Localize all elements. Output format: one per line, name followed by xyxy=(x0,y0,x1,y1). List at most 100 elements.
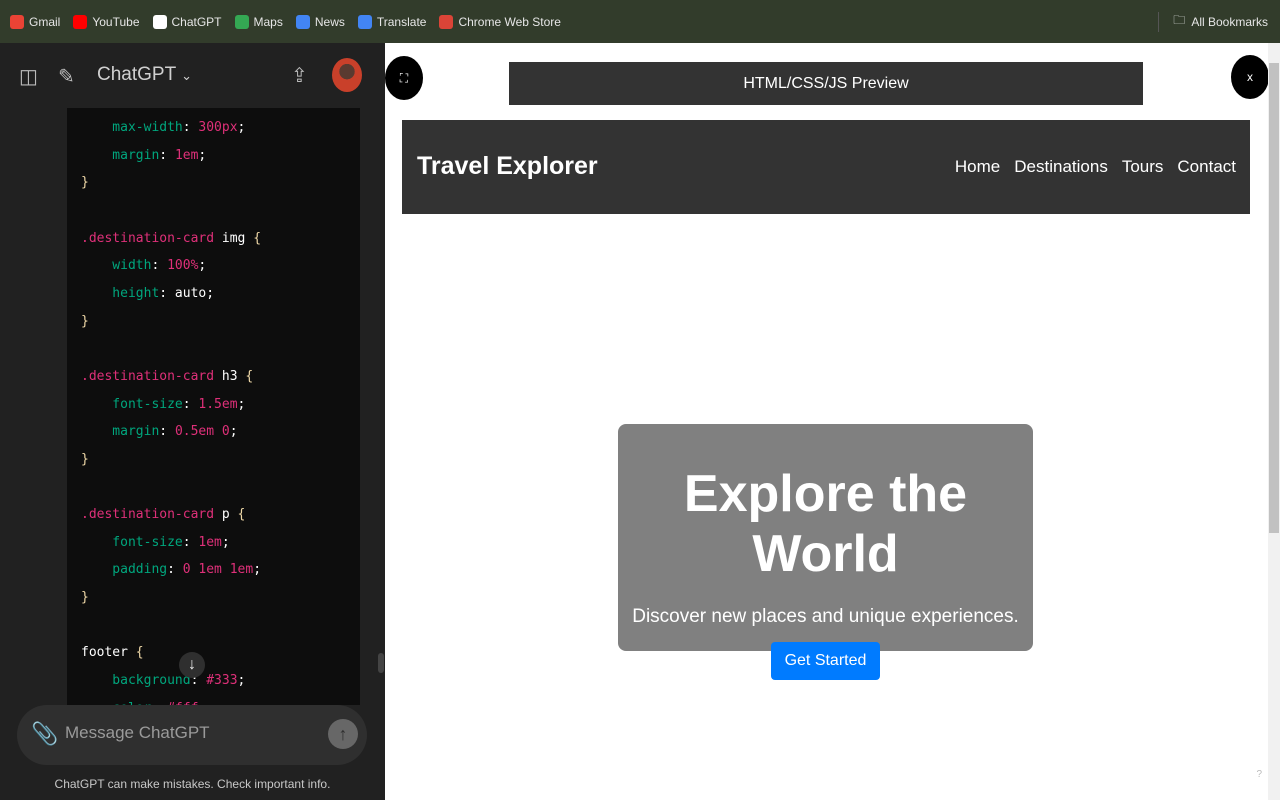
code-token: : xyxy=(182,120,199,135)
chat-panel: ◫ ✎ ChatGPT ⌄ ⇪ max-width: 300px; margin… xyxy=(0,43,385,800)
code-token: { xyxy=(135,645,144,661)
model-selector[interactable]: ChatGPT ⌄ xyxy=(97,64,192,86)
code-token: height xyxy=(81,285,160,301)
chevron-down-icon: ⌄ xyxy=(181,68,193,83)
site-navbar: Travel Explorer Home Destinations Tours … xyxy=(402,120,1250,214)
expand-icon: ⛶ xyxy=(399,71,409,85)
sidebar-toggle-icon[interactable]: ◫ xyxy=(19,64,38,89)
help-mark: ? xyxy=(1256,769,1262,780)
maps-icon xyxy=(234,14,249,29)
code-token: 300px xyxy=(198,120,238,135)
bookmark-chrome-web-store[interactable]: Chrome Web Store xyxy=(439,14,561,29)
code-token: : xyxy=(182,534,199,550)
disclaimer: ChatGPT can make mistakes. Check importa… xyxy=(54,777,331,791)
close-button[interactable]: x xyxy=(1231,55,1269,99)
attach-icon[interactable]: 📎 xyxy=(31,721,58,747)
code-token: { xyxy=(237,507,246,523)
code-line: padding: 0 1em 1em; xyxy=(81,560,261,580)
code-token: font-size xyxy=(81,396,183,412)
send-button[interactable]: ↑ xyxy=(328,719,358,749)
scrollbar[interactable] xyxy=(1268,43,1280,800)
code-token: } xyxy=(81,313,89,329)
code-line: font-size: 1.5em; xyxy=(81,395,245,415)
code-token: .destination-card xyxy=(81,368,215,384)
code-token: padding xyxy=(81,562,168,578)
code-token: } xyxy=(81,175,89,191)
code-line: .destination-card p { xyxy=(81,505,245,525)
code-token: font-size xyxy=(81,534,183,550)
code-token: margin xyxy=(81,147,160,163)
code-token: 0 1em 1em xyxy=(182,562,254,578)
code-token: p xyxy=(214,507,238,523)
code-line: max-width: 300px; xyxy=(81,118,245,138)
code-token: : xyxy=(151,258,168,274)
gmail-icon xyxy=(10,14,24,29)
folder-icon: 🗀 xyxy=(1173,13,1186,27)
code-token: h3 xyxy=(214,368,246,384)
news-icon xyxy=(295,14,310,29)
divider xyxy=(1158,11,1160,32)
scrollbar[interactable] xyxy=(378,653,384,673)
code-token: width xyxy=(81,258,152,274)
code-token: ; xyxy=(221,534,230,550)
hero-title: Explore the World xyxy=(683,465,968,583)
code-token: 1em xyxy=(174,147,199,163)
code-token: 1.5em xyxy=(198,396,238,412)
hero-section: Explore the World Discover new places an… xyxy=(618,424,1033,680)
code-token: margin xyxy=(81,424,160,440)
code-token: .destination-card xyxy=(81,230,215,246)
nav-home[interactable]: Home xyxy=(955,157,1000,177)
bookmark-youtube[interactable]: YouTube xyxy=(73,14,140,29)
scroll-down-button[interactable]: ↓ xyxy=(179,652,205,678)
nav-contact[interactable]: Contact xyxy=(1177,157,1236,177)
code-line: } xyxy=(81,173,89,193)
code-line: font-size: 1em; xyxy=(81,533,230,553)
code-token: : xyxy=(167,562,183,578)
fullscreen-button[interactable]: ⛶ xyxy=(385,56,423,100)
preview-panel: ⛶ HTML/CSS/JS Preview x Travel Explorer … xyxy=(385,43,1280,800)
bookmark-chatgpt[interactable]: ChatGPT xyxy=(152,14,222,29)
code-token: background xyxy=(81,673,191,688)
code-line: } xyxy=(81,312,89,332)
new-chat-icon[interactable]: ✎ xyxy=(58,64,75,89)
code-token: 0.5em 0 xyxy=(174,424,230,440)
message-input[interactable] xyxy=(65,723,315,743)
code-line: footer { xyxy=(81,643,144,663)
bookmark-gmail[interactable]: Gmail xyxy=(10,14,60,29)
bookmarks-bar: Gmail YouTube ChatGPT Maps News Translate Chro… xyxy=(0,0,1280,43)
bookmark-translate[interactable]: Translate xyxy=(357,14,426,29)
scrollbar-thumb[interactable] xyxy=(1269,63,1279,533)
code-token: #333 xyxy=(206,673,238,688)
get-started-button[interactable]: Get Started xyxy=(770,642,881,680)
code-token: ; xyxy=(237,396,246,412)
chatgpt-icon xyxy=(152,14,167,29)
code-token: : xyxy=(159,147,175,163)
code-token: ; xyxy=(229,424,238,440)
code-token: : xyxy=(159,424,175,440)
code-token: .destination-card xyxy=(81,507,215,523)
code-token: : xyxy=(182,396,199,412)
code-line: .destination-card img { xyxy=(81,229,261,249)
code-token: img xyxy=(214,230,254,246)
site-brand: Travel Explorer xyxy=(417,152,598,180)
share-icon[interactable]: ⇪ xyxy=(291,63,308,88)
code-line: background: #333; xyxy=(81,671,245,691)
code-line: height: auto; xyxy=(81,284,214,304)
code-line: } xyxy=(81,450,89,470)
code-token: ; xyxy=(253,562,262,578)
code-line: } xyxy=(81,588,89,608)
avatar[interactable] xyxy=(332,58,362,92)
code-token: 100% xyxy=(167,258,199,274)
code-token: footer xyxy=(81,645,136,661)
nav-destinations[interactable]: Destinations xyxy=(1014,157,1108,177)
code-token: max-width xyxy=(81,120,183,135)
code-block: max-width: 300px; margin: 1em;} .destinat… xyxy=(67,108,360,705)
bookmark-maps[interactable]: Maps xyxy=(234,14,283,29)
code-token: ; xyxy=(198,147,207,163)
preview-header: HTML/CSS/JS Preview xyxy=(509,62,1143,105)
translate-icon xyxy=(357,14,372,29)
all-bookmarks[interactable]: 🗀 All Bookmarks xyxy=(1158,0,1268,43)
chrome-web-store-icon xyxy=(439,14,454,29)
bookmark-news[interactable]: News xyxy=(295,14,345,29)
nav-tours[interactable]: Tours xyxy=(1122,157,1164,177)
